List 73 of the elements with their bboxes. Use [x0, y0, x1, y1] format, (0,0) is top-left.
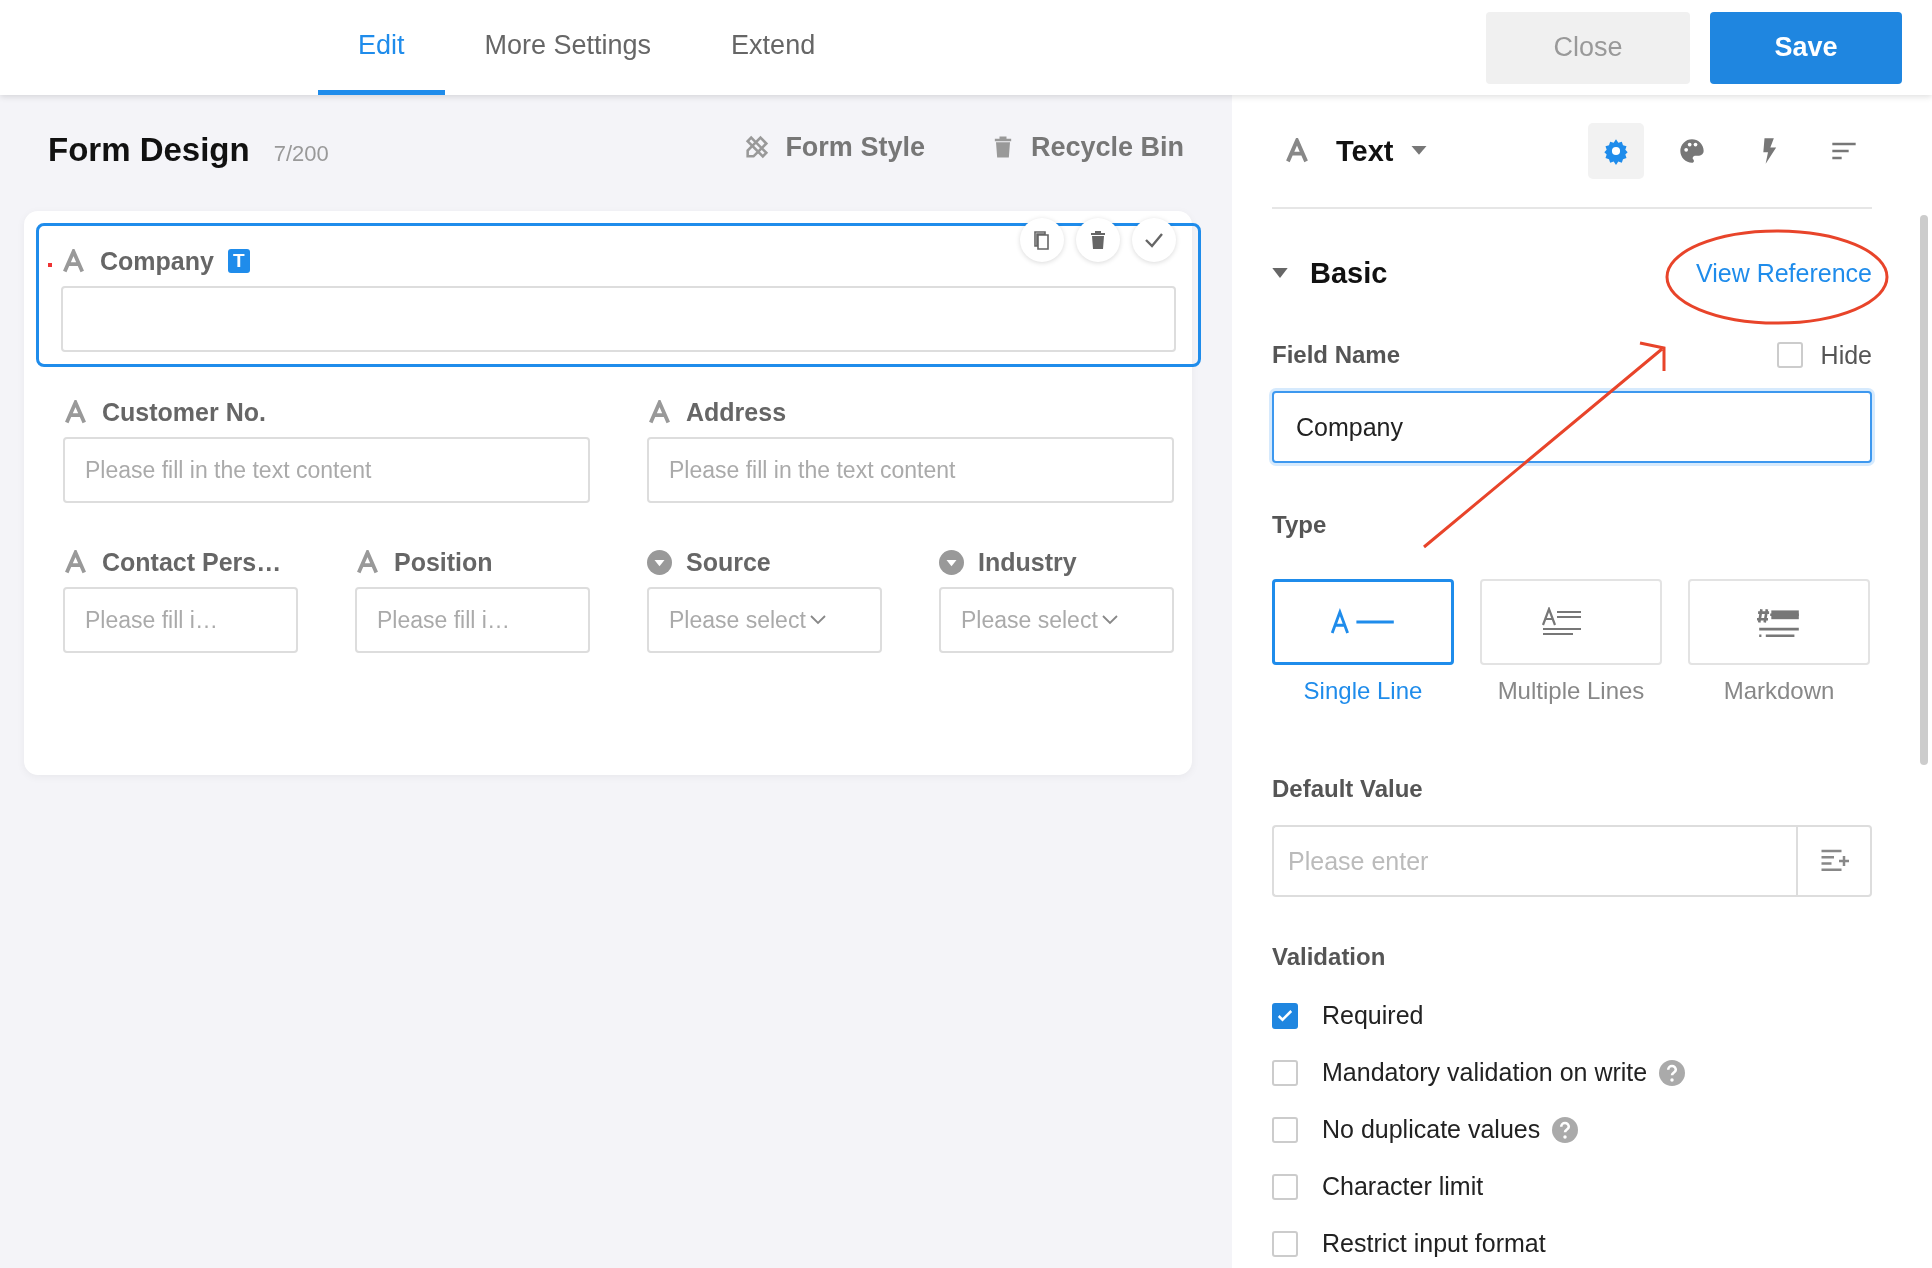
checkbox-label: Mandatory validation on write: [1322, 1058, 1648, 1087]
delete-button[interactable]: [1076, 218, 1120, 262]
field-count: 7/200: [273, 141, 329, 167]
text-input[interactable]: Please fill in the text content: [647, 437, 1174, 503]
field-label: Company: [100, 246, 214, 276]
section-title: Basic: [1310, 256, 1388, 290]
select-field[interactable]: Please select: [647, 587, 882, 653]
field-name-input[interactable]: Company: [1272, 391, 1872, 463]
checkbox-label: Required: [1322, 1001, 1424, 1030]
text-field-icon: [61, 248, 86, 274]
multi-type-option[interactable]: [1480, 579, 1662, 665]
hide-label: Hide: [1820, 340, 1872, 370]
chevron-down-icon: [809, 615, 826, 625]
field-label: Source: [686, 547, 771, 577]
field-label: Industry: [978, 547, 1077, 577]
default-value-label: Default Value: [1272, 775, 1424, 803]
text-input[interactable]: [61, 286, 1176, 352]
save-button[interactable]: Save: [1710, 11, 1902, 84]
text-type-badge: T: [227, 249, 250, 273]
text-field-icon: [1284, 138, 1310, 164]
field-label: Position: [394, 547, 493, 577]
default-value-input[interactable]: Please enter: [1272, 825, 1796, 897]
chevron-down-icon: [1101, 615, 1118, 625]
settings-icon: [1602, 137, 1630, 165]
recycle-bin-button[interactable]: Recycle Bin: [988, 131, 1184, 163]
palette-icon: [1678, 137, 1706, 165]
type-option-label: Multiple Lines: [1497, 677, 1645, 705]
tab[interactable]: Extend: [691, 0, 856, 95]
validation-checkbox[interactable]: [1272, 1002, 1298, 1029]
help-icon[interactable]: [1659, 1059, 1686, 1086]
checkbox-label: Character limit: [1322, 1172, 1484, 1201]
checkbox-label: No duplicate values: [1322, 1115, 1541, 1144]
text-field-icon: [647, 399, 672, 425]
dropdown-field-icon: [939, 549, 964, 575]
field-label: Customer No.: [102, 397, 266, 427]
text-input[interactable]: Please fill in the text content: [63, 437, 590, 503]
tab[interactable]: Edit: [318, 0, 445, 95]
dropdown-field-icon: [647, 549, 672, 575]
type-option-label: Markdown: [1723, 677, 1835, 705]
markdown-type-option[interactable]: [1688, 579, 1870, 665]
collapse-triangle-icon[interactable]: [1272, 267, 1288, 279]
form-title: Form Design: [48, 131, 250, 169]
component-type-dropdown[interactable]: Text: [1336, 134, 1428, 168]
type-label: Type: [1272, 511, 1328, 539]
form-style-button[interactable]: Form Style: [743, 131, 925, 163]
hide-checkbox[interactable]: [1776, 342, 1803, 368]
text-input[interactable]: Please fill i…: [63, 587, 298, 653]
text-field-icon: [63, 549, 88, 575]
validation-checkbox[interactable]: [1272, 1173, 1298, 1200]
validation-label: Validation: [1272, 943, 1387, 971]
caret-icon: [1411, 146, 1428, 156]
field-name-label: Field Name: [1272, 341, 1401, 369]
tab[interactable]: More Settings: [444, 0, 692, 95]
copy-button[interactable]: [1020, 218, 1064, 262]
checkbox-label: Restrict input format: [1322, 1229, 1546, 1258]
text-field-icon: [63, 399, 88, 425]
text-input[interactable]: Please fill i…: [355, 587, 590, 653]
confirm-button[interactable]: [1132, 218, 1176, 262]
validation-checkbox[interactable]: [1272, 1230, 1298, 1257]
select-field[interactable]: Please select: [939, 587, 1174, 653]
validation-checkbox[interactable]: [1272, 1116, 1298, 1143]
scrollbar[interactable]: [1920, 215, 1928, 765]
field-label: Address: [686, 397, 787, 427]
help-icon[interactable]: [1552, 1116, 1579, 1143]
formula-button[interactable]: [1796, 825, 1872, 897]
validation-checkbox[interactable]: [1272, 1059, 1298, 1086]
text-field-icon: [355, 549, 380, 575]
close-button[interactable]: Close: [1486, 11, 1690, 84]
single-type-option[interactable]: [1272, 579, 1454, 665]
field-label: Contact Pers…: [102, 547, 282, 577]
view-reference-link[interactable]: View Reference: [1695, 258, 1872, 288]
type-option-label: Single Line: [1303, 677, 1423, 705]
settings-tab[interactable]: [1588, 123, 1644, 179]
